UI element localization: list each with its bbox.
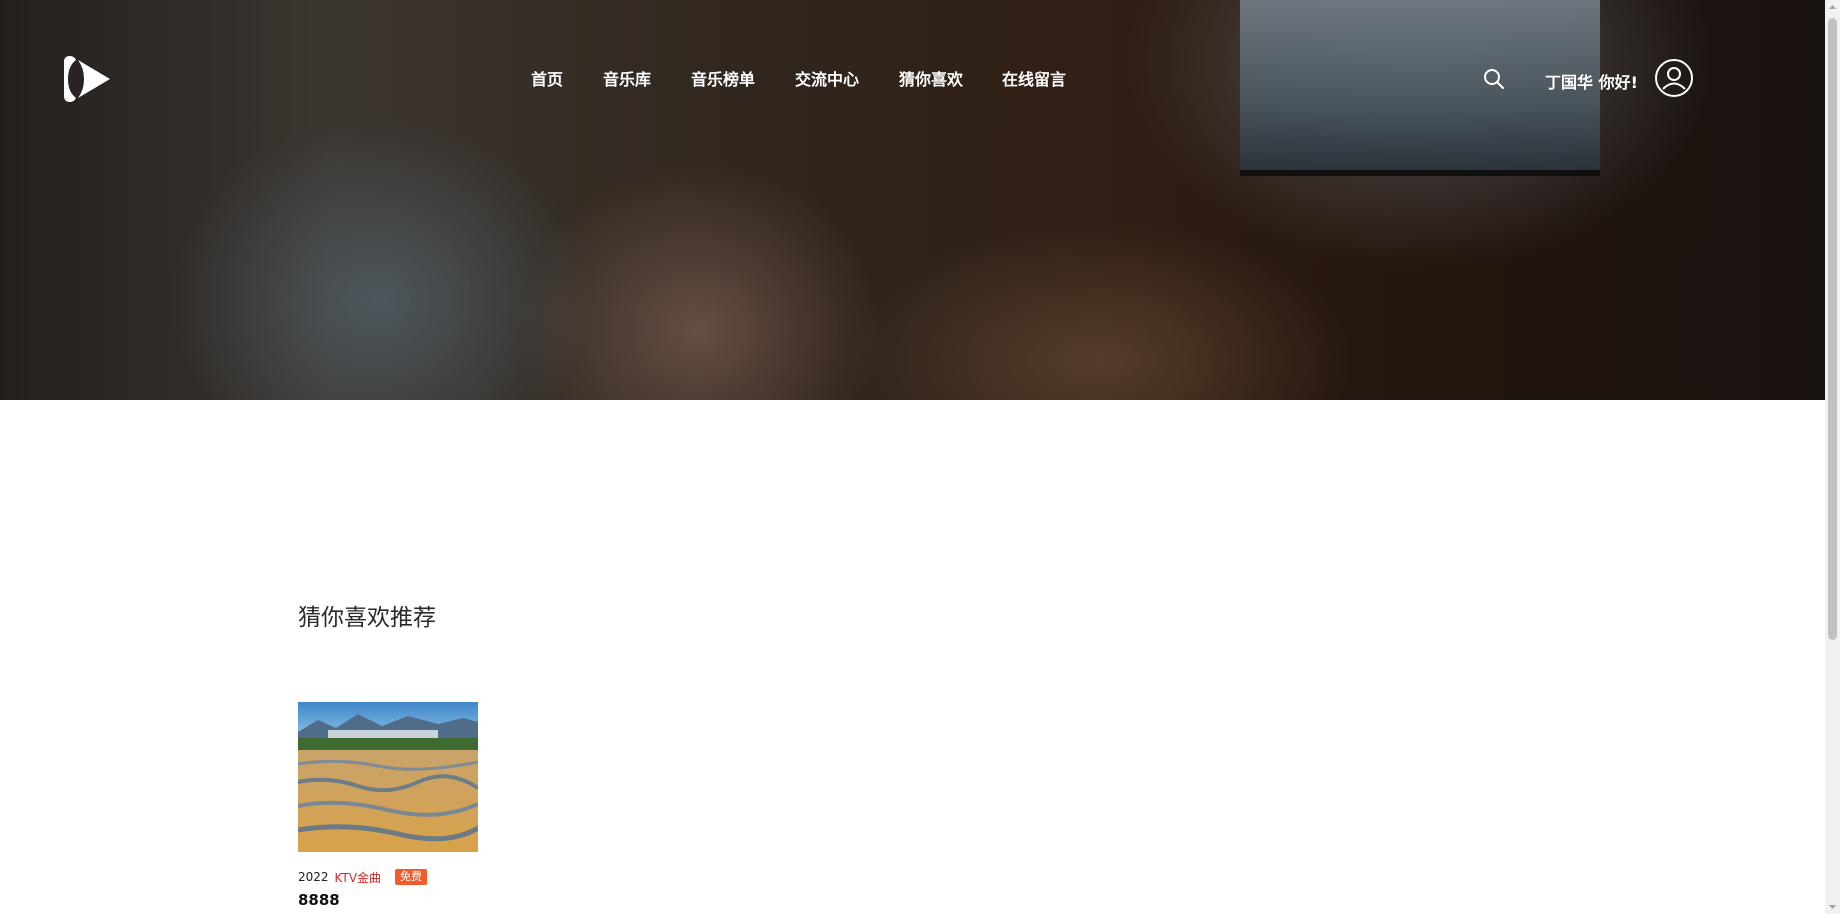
nav-item-home[interactable]: 首页 bbox=[531, 66, 563, 90]
song-category[interactable]: KTV金曲 bbox=[335, 869, 381, 886]
scrollbar-thumb[interactable] bbox=[1828, 18, 1837, 640]
song-year: 2022 bbox=[298, 870, 329, 884]
hero-overlay bbox=[0, 0, 1825, 400]
nav-item-community[interactable]: 交流中心 bbox=[795, 66, 859, 90]
song-card[interactable]: 2022 KTV金曲 免费 8888 bbox=[298, 702, 478, 909]
play-logo-icon[interactable] bbox=[60, 52, 114, 106]
section-title: 猜你喜欢推荐 bbox=[298, 605, 436, 631]
vertical-scrollbar[interactable] bbox=[1825, 0, 1840, 914]
nav-item-recommend[interactable]: 猜你喜欢 bbox=[899, 66, 963, 90]
free-badge: 免费 bbox=[395, 869, 428, 885]
user-avatar-icon[interactable] bbox=[1654, 58, 1694, 98]
song-meta: 2022 KTV金曲 免费 bbox=[298, 868, 478, 886]
nav-item-music-library[interactable]: 音乐库 bbox=[603, 66, 651, 90]
scroll-down-arrow-icon[interactable] bbox=[1825, 899, 1840, 914]
user-greeting: 丁国华 你好! bbox=[1545, 73, 1638, 92]
search-icon[interactable] bbox=[1483, 68, 1505, 90]
hero-banner bbox=[0, 0, 1825, 400]
nav-item-messages[interactable]: 在线留言 bbox=[1002, 66, 1066, 90]
song-title[interactable]: 8888 bbox=[298, 891, 478, 909]
nav-item-music-charts[interactable]: 音乐榜单 bbox=[691, 66, 755, 90]
song-cover-image[interactable] bbox=[298, 702, 478, 852]
scroll-up-arrow-icon[interactable] bbox=[1825, 0, 1840, 15]
